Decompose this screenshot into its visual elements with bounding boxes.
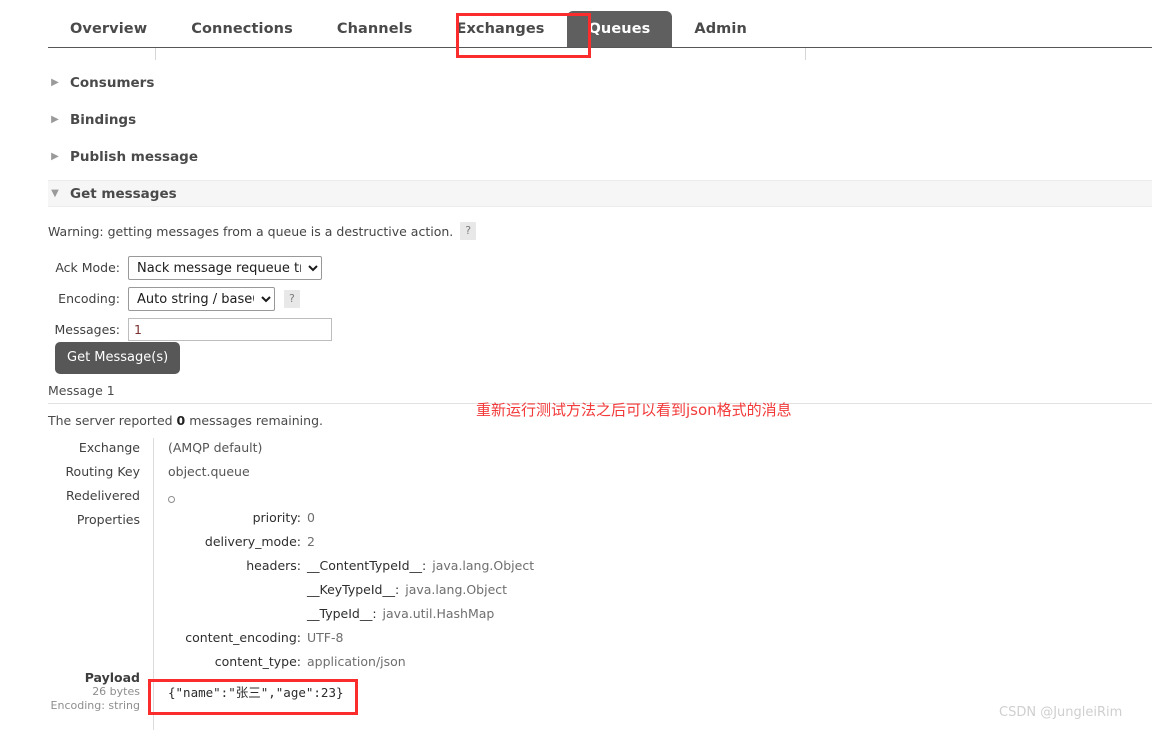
header-value: java.util.HashMap (382, 606, 495, 621)
section-header-bindings[interactable]: ▶ Bindings (48, 107, 1152, 133)
table-row: Redelivered (48, 486, 748, 510)
exchange-label: Exchange (78, 440, 140, 455)
nav-tab-channels[interactable]: Channels (315, 15, 435, 47)
chevron-right-icon: ▶ (51, 77, 59, 88)
section-label: Consumers (70, 75, 155, 91)
encoding-label: Encoding: (58, 291, 120, 306)
table-row: Routing Key object.queue (48, 462, 748, 486)
nav-tab-list: Overview Connections Channels Exchanges Queu… (48, 0, 769, 47)
table-row: Properties priority: 0 delivery_mode: 2 … (48, 510, 748, 678)
ack-mode-row: Ack Mode: Nack message requeue trueAutom… (48, 252, 332, 283)
payload-encoding: Encoding: string (50, 699, 140, 712)
payload-size: 26 bytes (92, 685, 140, 698)
top-navigation: Overview Connections Channels Exchanges Queu… (0, 0, 1152, 60)
nav-tab-queues[interactable]: Queues (566, 11, 673, 47)
nav-tick-mark (155, 48, 156, 60)
section-label: Bindings (70, 112, 137, 128)
chevron-right-icon: ▶ (51, 114, 59, 125)
remaining-prefix: The server reported (48, 413, 177, 428)
help-icon[interactable]: ? (284, 289, 300, 308)
messages-label: Messages: (54, 322, 120, 337)
chevron-down-icon: ▼ (51, 187, 59, 199)
header-value: java.lang.Object (432, 558, 535, 573)
nav-tab-exchanges[interactable]: Exchanges (434, 15, 566, 47)
properties-value: priority: 0 delivery_mode: 2 headers: __… (153, 510, 748, 678)
payload-row: Payload 26 bytes Encoding: string {"name… (48, 670, 748, 730)
properties-label: Properties (76, 512, 140, 527)
payload-label-group: Payload 26 bytes Encoding: string (48, 670, 153, 713)
payload-body: {"name":"张三","age":23} (168, 685, 344, 700)
section-header-publish-message[interactable]: ▶ Publish message (48, 144, 1152, 170)
nav-tick-mark (805, 48, 806, 60)
warning-text: Warning: getting messages from a queue i… (48, 223, 454, 239)
header-row: __KeyTypeId__: java.lang.Object (168, 582, 748, 606)
property-key: headers: (246, 558, 301, 573)
property-value: application/json (307, 654, 406, 669)
property-value: UTF-8 (307, 630, 344, 645)
chevron-right-icon: ▶ (51, 151, 59, 162)
boolean-false-icon (168, 496, 175, 503)
routing-key-label: Routing Key (65, 464, 140, 479)
header-key: __ContentTypeId__: (307, 558, 427, 573)
header-key: __KeyTypeId__: (307, 582, 400, 597)
property-key: delivery_mode: (204, 534, 301, 549)
nav-tab-overview[interactable]: Overview (48, 15, 169, 47)
ack-mode-select[interactable]: Nack message requeue trueAutomatic ackRe… (128, 255, 322, 280)
messages-remaining-status: The server reported 0 messages remaining… (48, 413, 323, 428)
property-row: content_encoding: UTF-8 (168, 630, 748, 654)
messages-count-input[interactable] (128, 318, 332, 341)
destructive-action-warning: Warning: getting messages from a queue i… (48, 222, 477, 240)
property-value: 0 (307, 510, 315, 525)
table-row: Exchange (AMQP default) (48, 438, 748, 462)
section-label: Publish message (70, 149, 198, 165)
nav-tab-connections[interactable]: Connections (169, 15, 315, 47)
get-messages-button[interactable]: Get Message(s) (55, 342, 181, 374)
property-value: 2 (307, 534, 315, 549)
nav-tab-admin[interactable]: Admin (672, 15, 769, 47)
property-row: priority: 0 (168, 510, 748, 534)
section-header-get-messages[interactable]: ▼ Get messages (48, 180, 1152, 207)
encoding-select[interactable]: Auto string / base64base64 (128, 286, 275, 311)
property-key: content_type: (214, 654, 301, 669)
watermark: CSDN @JungleiRim (999, 705, 1123, 720)
ack-mode-label: Ack Mode: (55, 260, 120, 275)
section-label: Get messages (70, 185, 177, 202)
property-row: delivery_mode: 2 (168, 534, 748, 558)
remaining-count: 0 (176, 413, 186, 428)
section-header-consumers[interactable]: ▶ Consumers (48, 70, 1152, 96)
annotation-note-text: 重新运行测试方法之后可以看到json格式的消息 (476, 401, 792, 419)
message-details-table: Exchange (AMQP default) Routing Key obje… (48, 438, 748, 678)
payload-label: Payload (84, 670, 140, 685)
header-key: __TypeId__: (307, 606, 377, 621)
redelivered-value (153, 486, 748, 510)
help-icon[interactable]: ? (460, 222, 477, 240)
get-messages-form: Ack Mode: Nack message requeue trueAutom… (48, 252, 332, 345)
property-key: priority: (252, 510, 301, 525)
encoding-row: Encoding: Auto string / base64base64 ? (48, 283, 332, 314)
routing-key-value: object.queue (153, 462, 748, 486)
messages-count-row: Messages: (48, 314, 332, 345)
header-row: __TypeId__: java.util.HashMap (168, 606, 748, 630)
remaining-suffix: messages remaining. (185, 413, 323, 428)
nav-divider (48, 47, 1152, 48)
payload-value-container: {"name":"张三","age":23} (153, 670, 344, 730)
exchange-value: (AMQP default) (153, 438, 748, 462)
property-key: content_encoding: (185, 630, 301, 645)
header-value: java.lang.Object (405, 582, 508, 597)
property-row-headers: headers: __ContentTypeId__: java.lang.Ob… (168, 558, 748, 582)
redelivered-label: Redelivered (66, 488, 140, 503)
